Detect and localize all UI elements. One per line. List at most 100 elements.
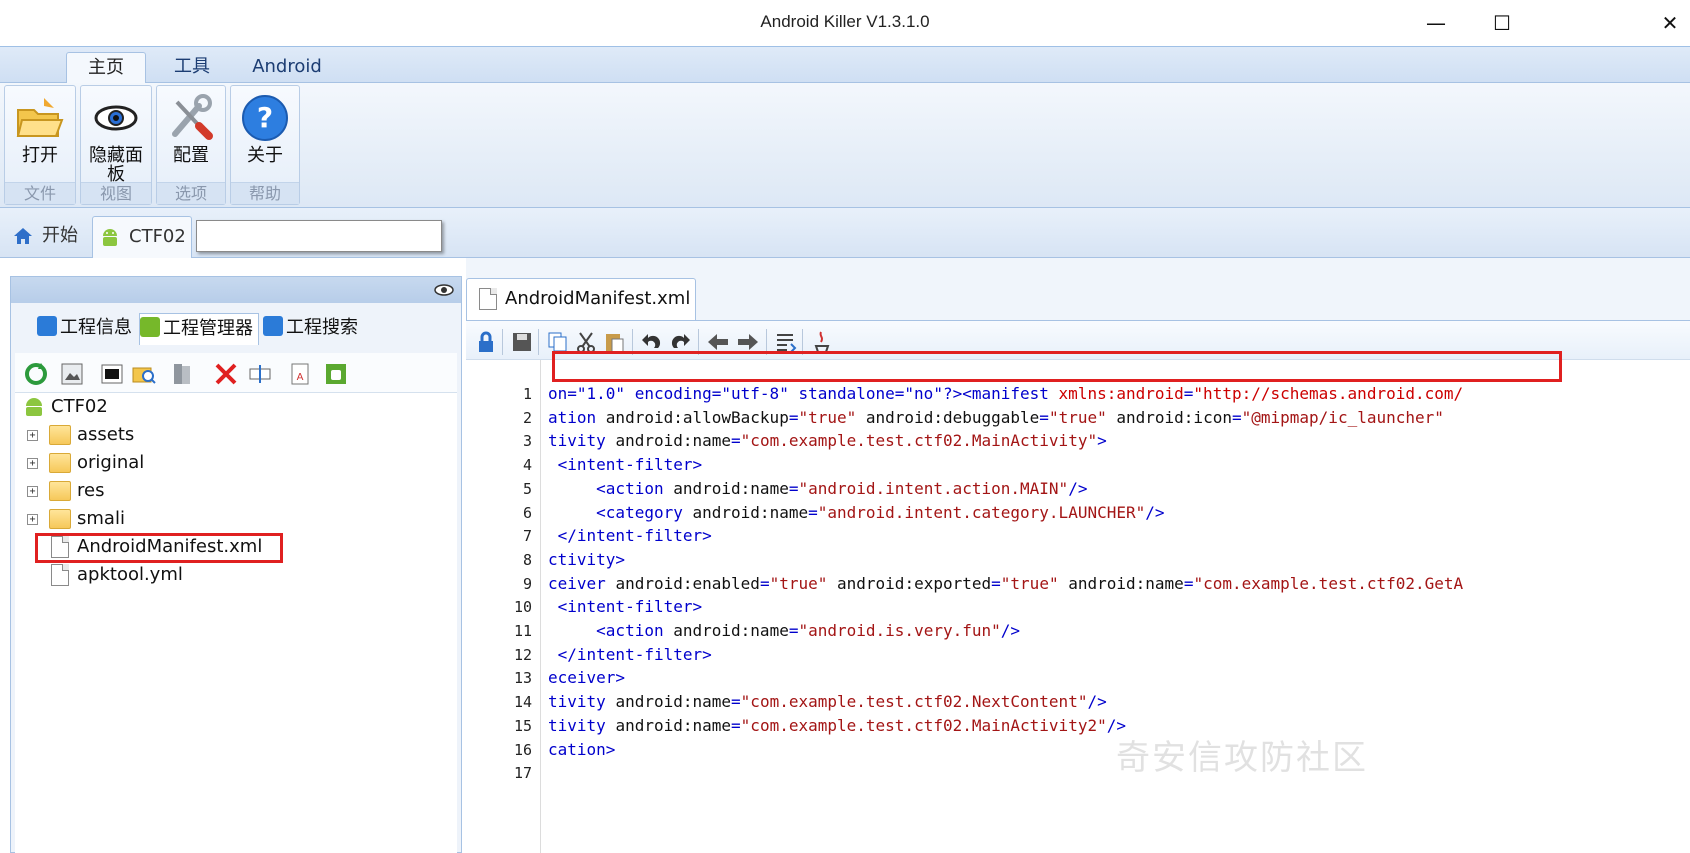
folder-icon (49, 509, 71, 529)
code-line: <category android:name="android.intent.c… (548, 502, 1165, 522)
svg-text:?: ? (257, 101, 273, 134)
editor-panel: AndroidManifest.xml 1 2 3 4 5 6 7 8 9 10 11 12 13 14 1… (466, 258, 1690, 853)
maximize-button[interactable]: ☐ (1482, 8, 1522, 38)
group-label-options: 选项 (157, 182, 225, 204)
tab-project-search[interactable]: 工程搜索 (263, 313, 375, 345)
line-number: 7 (522, 527, 532, 546)
project-panel: 工程信息 工程管理器 工程搜索 A CTF02 + assets + origi… (10, 276, 462, 853)
ribbon-group-help: ? 关于 帮助 (230, 85, 300, 205)
window-icon[interactable] (99, 361, 125, 387)
panel-header (11, 277, 461, 303)
expand-icon[interactable]: + (27, 514, 38, 525)
tab-project-search-label: 工程搜索 (286, 317, 358, 338)
close-button[interactable]: ✕ (1650, 8, 1690, 38)
config-label: 配置 (173, 145, 209, 166)
line-number: 10 (513, 598, 532, 617)
refresh-icon[interactable] (23, 361, 49, 387)
line-number: 15 (513, 716, 532, 735)
tools-icon (172, 94, 213, 140)
tree-root-label: CTF02 (51, 396, 108, 417)
project-tree: CTF02 + assets + original + res + smali … (15, 393, 457, 853)
android-icon (26, 398, 42, 416)
ribbon: 打开 文件 隐藏面板 视图 配置 选项 ? 关于 帮助 (0, 83, 1690, 208)
code-editor[interactable]: 1 2 3 4 5 6 7 8 9 10 11 12 13 14 15 16 17 on="1.0" encod… (466, 351, 1690, 853)
line-number-gutter: 1 2 3 4 5 6 7 8 9 10 11 12 13 14 15 16 17 (466, 360, 541, 853)
tree-item-label: assets (77, 424, 135, 445)
expand-icon[interactable]: + (27, 458, 38, 469)
tree-item-smali[interactable]: + smali (23, 505, 323, 533)
eye-icon[interactable] (433, 281, 455, 299)
line-number: 1 (522, 385, 532, 403)
config-button[interactable]: 配置 (157, 88, 225, 180)
minimize-button[interactable]: — (1416, 8, 1456, 38)
line-number: 5 (522, 479, 532, 498)
tree-item-assets[interactable]: + assets (23, 421, 323, 449)
line-number: 17 (513, 764, 532, 783)
code-line: cation> (548, 739, 616, 759)
lock-icon[interactable] (474, 330, 498, 354)
line-number: 13 (513, 669, 532, 688)
hide-panel-button[interactable]: 隐藏面板 (81, 88, 151, 184)
document-tab-bar: 开始 CTF02 (0, 208, 1690, 258)
file-icon (479, 288, 497, 310)
text-file-icon[interactable]: A (287, 361, 313, 387)
separator (538, 329, 539, 355)
expand-icon[interactable]: + (27, 430, 38, 441)
tab-filter-input[interactable] (196, 220, 442, 252)
code-line: ceiver android:enabled="true" android:ex… (548, 573, 1464, 593)
save-icon[interactable] (510, 330, 534, 354)
search-icon (263, 316, 283, 336)
tab-home[interactable]: 主页 (66, 52, 146, 84)
tab-ctf02-label: CTF02 (129, 226, 186, 247)
group-label-help: 帮助 (231, 182, 299, 204)
group-label-view: 视图 (81, 182, 151, 204)
tree-item-res[interactable]: + res (23, 477, 323, 505)
tab-start[interactable]: 开始 (8, 216, 90, 258)
folder-search-icon[interactable] (131, 361, 157, 387)
code-line: on="1.0" encoding="utf-8" standalone="no… (548, 384, 1464, 403)
code-line: </intent-filter> (548, 526, 712, 546)
android-icon[interactable] (323, 361, 349, 387)
tree-item-label: original (77, 452, 145, 473)
tab-start-label: 开始 (42, 225, 78, 246)
tab-project-info[interactable]: 工程信息 (37, 313, 137, 345)
group-label-file: 文件 (5, 182, 75, 204)
book-icon[interactable] (169, 361, 195, 387)
watermark: 奇安信攻防社区 (1116, 738, 1368, 778)
tree-item-original[interactable]: + original (23, 449, 323, 477)
tree-item-apktool[interactable]: apktool.yml (23, 561, 323, 589)
panel-tabs: 工程信息 工程管理器 工程搜索 (11, 309, 461, 349)
code-line: <intent-filter> (548, 455, 703, 475)
folder-open-icon (16, 98, 64, 137)
tab-android[interactable]: Android (240, 52, 334, 84)
code-line: ctivity> (548, 549, 626, 569)
title-bar: Android Killer V1.3.1.0 — ☐ ✕ (0, 0, 1690, 47)
android-icon (103, 229, 117, 246)
tab-project-info-label: 工程信息 (60, 317, 132, 338)
tab-androidmanifest-xml[interactable]: AndroidManifest.xml (466, 278, 696, 320)
about-button[interactable]: ? 关于 (231, 88, 299, 180)
tree-item-label: res (77, 480, 105, 501)
open-button[interactable]: 打开 (5, 88, 75, 180)
rename-icon[interactable] (247, 361, 273, 387)
ribbon-group-options: 配置 选项 (156, 85, 226, 205)
code-line: tivity android:name="com.example.test.ct… (548, 715, 1126, 735)
code-line: <action android:name="android.is.very.fu… (548, 621, 1021, 640)
code-line: <action android:name="android.intent.act… (548, 478, 1088, 498)
tab-project-manager[interactable]: 工程管理器 (139, 313, 259, 345)
image-icon[interactable] (59, 361, 85, 387)
file-icon (51, 564, 69, 586)
separator (502, 329, 503, 355)
info-icon (37, 316, 57, 336)
delete-icon[interactable] (213, 361, 239, 387)
line-number: 11 (513, 622, 532, 640)
tab-tools[interactable]: 工具 (152, 52, 232, 84)
line-number: 16 (513, 740, 532, 759)
home-icon (14, 228, 32, 244)
tab-ctf02[interactable]: CTF02 (92, 216, 192, 258)
line-number: 9 (522, 574, 532, 593)
android-icon (140, 317, 160, 337)
line-number: 2 (522, 408, 532, 427)
code-line: eceiver> (548, 668, 626, 688)
expand-icon[interactable]: + (27, 486, 38, 497)
